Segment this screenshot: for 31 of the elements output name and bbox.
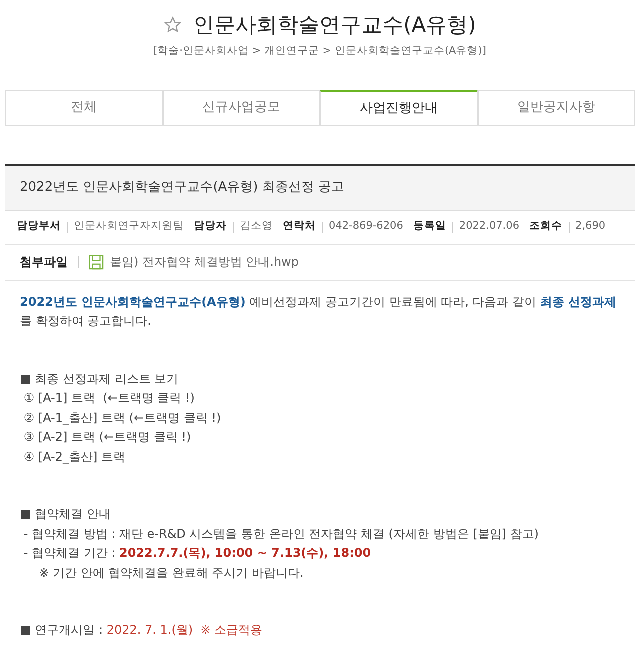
meta-label: 연락처	[283, 219, 316, 234]
meta-label: 담당자	[194, 219, 227, 234]
tab[interactable]: 사업진행안내	[320, 90, 478, 126]
body-text: ③ [A-2] 트랙 (←트랙명 클릭 !)	[22, 429, 192, 446]
page-title: 인문사회학술연구교수(A유형)	[194, 12, 476, 39]
article-title: 2022년도 인문사회학술연구교수(A유형) 최종선정 공고	[5, 166, 635, 211]
meta-label: 등록일	[413, 219, 446, 234]
attachment-label: 첨부파일	[20, 254, 68, 272]
tab[interactable]: 신규사업공모	[162, 90, 320, 126]
body-text: 2022년도 인문사회학술연구교수(A유형) 예비선정과제 공고기간이 만료됨에 따라, 다음과 같이 최종 선정과제 를 확정하여 공고합니다.	[20, 294, 618, 330]
body-text: ② [A-1_출산] 트랙 (←트랙명 클릭 !)	[22, 410, 222, 427]
meta-value: 2022.07.06	[459, 219, 520, 234]
body-text: ■ 협약체결 안내	[20, 506, 112, 524]
breadcrumb: [학술·인문사회사업 > 개인연구군 > 인문사회학술연구교수(A유형)]	[154, 44, 486, 59]
body-text: ① [A-1] 트랙 (←트랙명 클릭 !)	[22, 390, 196, 408]
meta-value: 042-869-6206	[329, 219, 404, 234]
body-text: ※ 기간 안에 협약체결을 완료해 주시기 바랍니다.	[38, 564, 305, 582]
meta-value: 인문사회연구자지원팀	[74, 219, 184, 234]
body-text: - 협약체결 기간 : 2022.7.7.(목), 10:00 ~ 7.13(수), 18:00	[22, 545, 372, 562]
star-icon[interactable]	[164, 16, 182, 34]
body-text: - 협약체결 방법 : 재단 e-R&D 시스템을 통한 온라인 전자협약 체결 (자세한 방법은 [붙임] 참고)	[22, 526, 540, 543]
body-text: ■ 연구개시일 : 2022. 7. 1.(월) ※ 소급적용	[20, 622, 264, 640]
body-text: ■ 최종 선정과제 리스트 보기	[20, 370, 180, 388]
meta-value: 김소영	[240, 219, 273, 234]
tab[interactable]: 일반공지사항	[478, 90, 635, 126]
meta-label: 조회수	[530, 219, 563, 234]
attachment-link[interactable]: 붙임) 전자협약 체결방법 안내.hwp	[110, 253, 299, 272]
meta-value: 2,690	[576, 219, 606, 234]
body-text: ④ [A-2_출산] 트랙	[22, 448, 126, 466]
tab[interactable]: 전체	[5, 90, 162, 126]
meta-label: 담당부서	[17, 219, 61, 234]
